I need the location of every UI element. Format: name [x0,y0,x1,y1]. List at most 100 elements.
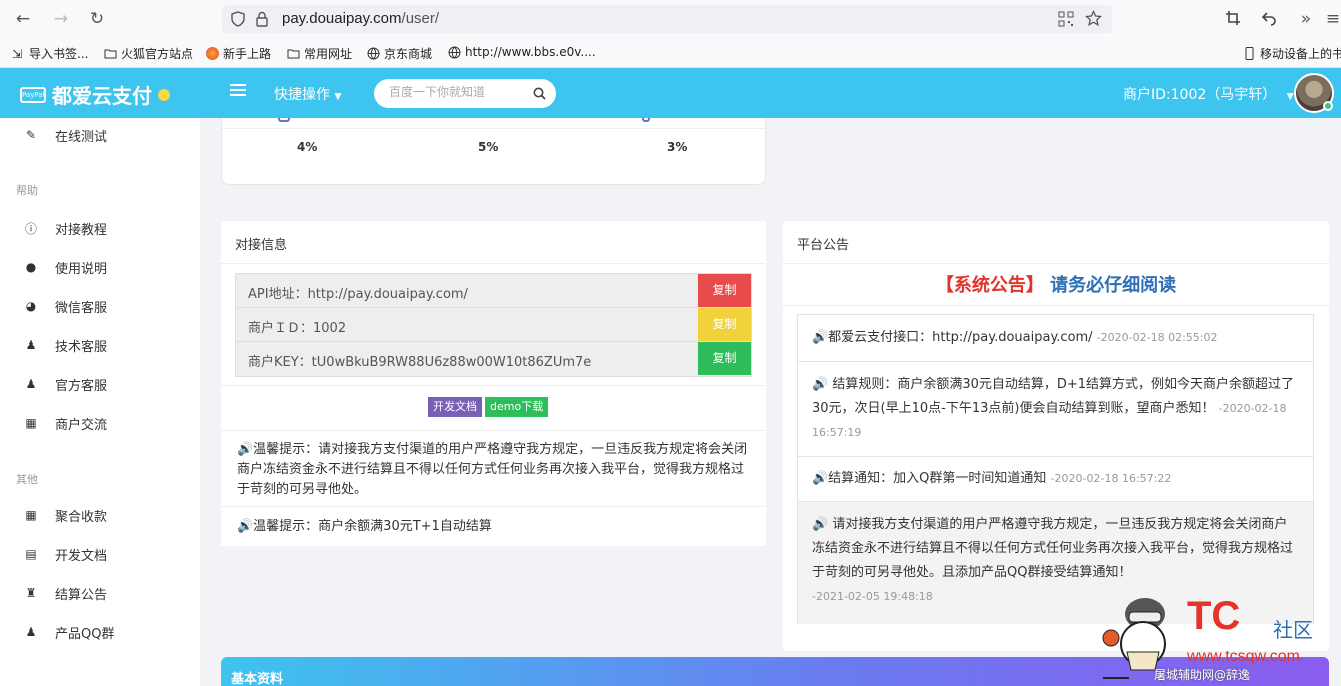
forward-icon[interactable]: → [50,8,72,30]
browser-toolbar: ← → ↻ pay.douaipay.com/user/ » ≡ [0,0,1341,38]
card-title: 对接信息 [235,238,288,253]
crop-icon[interactable] [1225,10,1241,26]
divider [221,385,766,386]
bookmark-common-sites[interactable]: 常用网址 [287,45,352,62]
merchant-id-menu[interactable]: 商户ID:1002（马宇轩） ▼ [1123,84,1294,104]
copy-merchant-key-button[interactable]: 复制 [698,342,751,375]
list-item: 🔊 结算规则：商户余额满30元自动结算，D+1结算方式，例如今天商户余额超过了3… [798,362,1313,457]
sidebar-item-dev-docs[interactable]: ▤ 开发文档 [0,539,200,569]
firefox-icon [206,47,219,60]
integration-info-table: API地址：http://pay.douaipay.com/ 复制 商户ＩＤ：1… [235,273,752,377]
sidebar-item-qq-group[interactable]: ♟ 产品QQ群 [0,617,200,647]
stat-icon [278,118,290,122]
doc-button-group: 开发文档 demo下载 [428,397,549,417]
watermark-credit: 屠城辅助网@辞逸 [1154,668,1251,682]
sidebar-item-online-test[interactable]: ✎ 在线测试 [0,120,200,150]
overflow-chevron-icon[interactable]: » [1295,8,1317,30]
merchant-id-text: 商户ＩＤ：1002 [248,321,347,336]
avatar[interactable] [1294,73,1334,113]
info-row-api: API地址：http://pay.douaipay.com/ 复制 [236,274,751,308]
address-bar[interactable]: pay.douaipay.com/user/ [222,5,1112,33]
stat-icon [642,118,650,122]
qr-code-icon[interactable] [1058,11,1074,27]
hamburger-menu-icon[interactable] [230,84,246,98]
info-circle-icon: ● [25,260,37,274]
lock-icon [256,11,268,27]
sidebar-item-settlement-notice[interactable]: ♜ 结算公告 [0,578,200,608]
quick-actions-menu[interactable]: 快捷操作 ▼ [274,84,341,104]
mobile-icon [1245,47,1254,60]
divider [221,263,766,264]
demo-download-button[interactable]: demo下载 [485,397,549,417]
sidebar: ✎ 在线测试 帮助 ⓘ 对接教程 ● 使用说明 ◕ 微信客服 ♟ 技术客服 ♟ 官方客服 ▦… [0,118,200,686]
qq-icon: ♟ [25,625,37,639]
sidebar-item-aggregate-payment[interactable]: ▦ 聚合收款 [0,500,200,530]
bookmark-getting-started[interactable]: 新手上路 [206,45,271,62]
info-row-merchant-key: 商户KEY：tU0wBkuB9RW88U6z88w00W10t86ZUm7e 复… [236,342,751,376]
divider [222,128,767,129]
bookmark-bbs[interactable]: http://www.bbs.e0v.... [448,45,596,59]
api-url-text: API地址：http://pay.douaipay.com/ [248,287,468,302]
bookmark-star-icon[interactable] [1085,10,1102,27]
brand-name: 都爱云支付 [52,84,152,108]
app-header: PayPal 都爱云支付 快捷操作 ▼ 商户ID:1002（马宇轩） ▼ [0,68,1341,118]
brand-dot-icon [158,88,170,101]
menu-icon[interactable]: ≡ [1322,8,1341,30]
brand-logo: PayPal [20,86,46,103]
search-icon[interactable] [533,87,546,100]
sidebar-item-tech-support[interactable]: ♟ 技术客服 [0,330,200,360]
integration-info-card: 对接信息 API地址：http://pay.douaipay.com/ 复制 商… [221,221,766,546]
undo-icon[interactable] [1261,10,1277,26]
qq-icon: ♟ [25,377,37,391]
copy-api-button[interactable]: 复制 [698,274,751,307]
platform-notice-card: 平台公告 【系统公告】 请务必仔细阅读 🔊都爱云支付接口：http://pay.… [783,221,1329,651]
stat-value: 3% [667,140,688,154]
watermark-community: 社区 [1273,618,1313,642]
search-box [374,79,556,108]
watermark-logo: TC [1187,594,1241,638]
merchant-key-text: 商户KEY：tU0wBkuB9RW88U6z88w00W10t86ZUm7e [248,355,592,370]
info-row-merchant-id: 商户ＩＤ：1002 复制 [236,308,751,342]
url-text: pay.douaipay.com/user/ [282,10,440,27]
bookmark-import[interactable]: ⇲ 导入书签... [12,45,88,62]
book-icon: ▤ [25,547,37,561]
sidebar-section-other: 其他 [16,473,38,486]
notice-headline: 【系统公告】 请务必仔细阅读 [935,275,1177,296]
divider [221,430,766,431]
back-icon[interactable]: ← [12,8,34,30]
globe-icon [367,47,380,60]
reload-icon[interactable]: ↻ [86,8,108,30]
caret-down-icon: ▼ [1286,92,1294,102]
bookmark-firefox-site[interactable]: 火狐官方站点 [104,45,193,62]
sidebar-item-official-support[interactable]: ♟ 官方客服 [0,369,200,399]
dev-docs-button[interactable]: 开发文档 [428,397,482,417]
bookmark-mobile[interactable]: 移动设备上的书 [1243,45,1341,62]
sidebar-section-help: 帮助 [16,184,38,197]
stat-value: 5% [478,140,499,154]
tip-text: 🔊温馨提示：请对接我方支付渠道的用户严格遵守我方规定，一旦违反我方规定将会关闭商… [237,442,748,497]
pencil-icon: ✎ [25,128,37,142]
card-title: 平台公告 [797,238,850,253]
watermark-url: www.tcsqw.com [1187,648,1300,665]
copy-merchant-id-button[interactable]: 复制 [698,308,751,341]
notice-list: 🔊都爱云支付接口：http://pay.douaipay.com/ -2020-… [797,314,1314,624]
folder-icon [287,49,300,59]
online-status-icon [1323,101,1333,111]
folder-icon [104,49,117,59]
divider [783,263,1329,264]
divider [783,305,1329,306]
sidebar-item-merchant-chat[interactable]: ▦ 商户交流 [0,408,200,438]
sidebar-item-integration-guide[interactable]: ⓘ 对接教程 [0,213,200,243]
search-input[interactable] [389,85,524,99]
sidebar-item-instructions[interactable]: ● 使用说明 [0,252,200,282]
bookmark-jd[interactable]: 京东商城 [367,45,432,62]
wechat-icon: ◕ [25,299,37,313]
qr-code-icon: ▦ [25,508,37,522]
tip-text: 🔊温馨提示：商户余额满30元T+1自动结算 [237,519,492,534]
list-item: 🔊都爱云支付接口：http://pay.douaipay.com/ -2020-… [798,315,1313,362]
list-item: 🔊结算通知：加入Q群第一时间知道通知 -2020-02-18 16:57:22 [798,457,1313,502]
globe-icon [448,46,461,59]
sidebar-item-wechat-support[interactable]: ◕ 微信客服 [0,291,200,321]
import-icon: ⇲ [12,47,23,61]
brand[interactable]: PayPal 都爱云支付 [20,80,170,109]
